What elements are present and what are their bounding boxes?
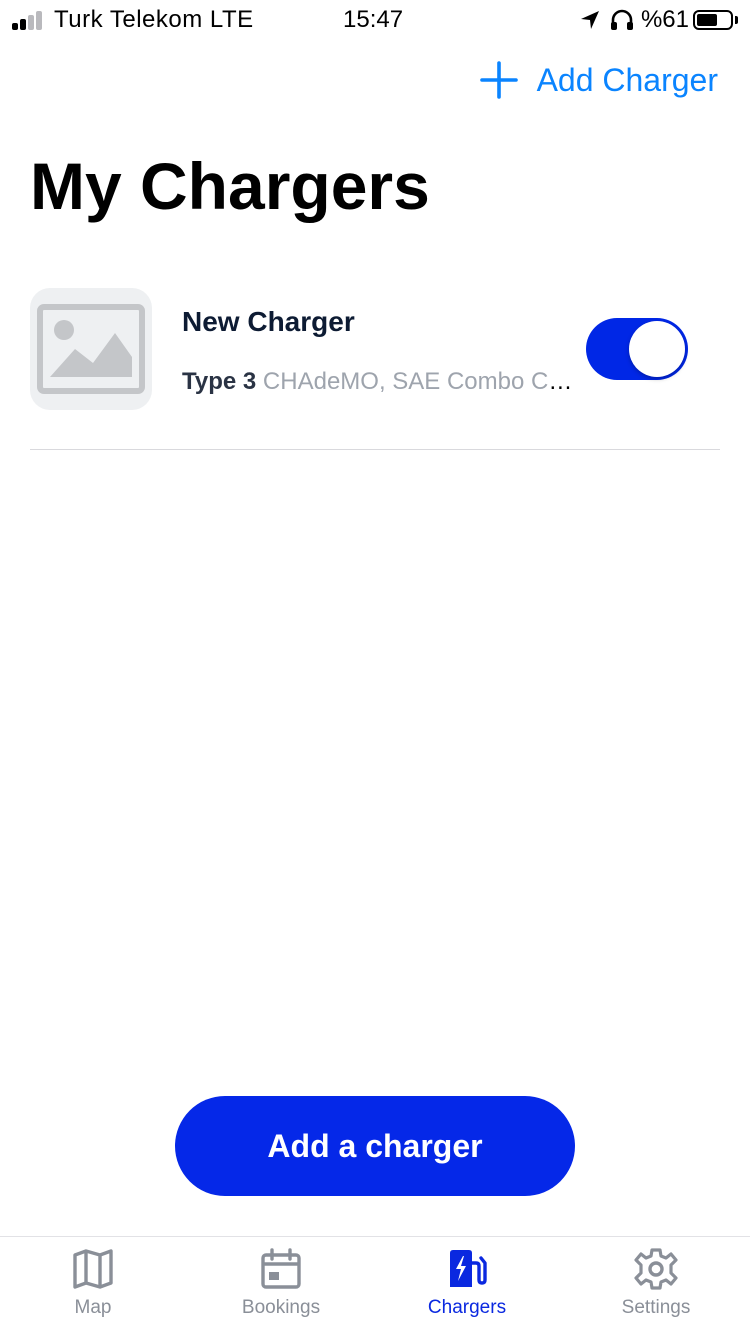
add-charger-header-button[interactable]: Add Charger [479, 60, 718, 100]
charger-list-item[interactable]: New Charger Type 3 CHAdeMO, SAE Combo CC… [30, 288, 720, 450]
add-a-charger-button[interactable]: Add a charger [175, 1096, 575, 1196]
tab-bar: Map Bookings Chargers Settings [0, 1236, 750, 1334]
battery-nub [735, 16, 738, 24]
location-arrow-icon [580, 11, 599, 29]
charger-type: Type 3 [182, 368, 257, 395]
headphones-icon [610, 9, 633, 30]
calendar-icon [261, 1248, 301, 1289]
page-title: My Chargers [30, 149, 430, 223]
tab-bookings[interactable]: Bookings [201, 1247, 361, 1319]
add-charger-header-label: Add Charger [536, 61, 718, 98]
charger-enabled-toggle[interactable] [586, 318, 688, 380]
battery-icon [693, 10, 733, 30]
battery-level-fill [697, 14, 717, 26]
tab-settings-label: Settings [621, 1297, 691, 1318]
status-bar: Turk Telekom LTE 15:47 %61 [0, 0, 750, 40]
ev-charger-icon [450, 1250, 487, 1287]
tab-map[interactable]: Map [13, 1247, 173, 1319]
plus-icon [479, 61, 518, 99]
tab-chargers[interactable]: Chargers [387, 1247, 547, 1319]
charger-thumbnail [30, 288, 152, 410]
map-icon [73, 1249, 113, 1289]
charger-details: Type 3 CHAdeMO, SAE Combo CCS [182, 368, 577, 396]
charger-plug-types: CHAdeMO, SAE Combo CCS [262, 368, 577, 395]
tab-chargers-label: Chargers [427, 1297, 507, 1318]
status-right-group: %61 [579, 6, 738, 34]
charger-name: New Charger [182, 306, 355, 337]
status-time: 15:47 [343, 6, 404, 33]
tab-map-label: Map [74, 1297, 112, 1318]
image-placeholder-icon [37, 304, 145, 394]
toggle-knob [629, 321, 685, 377]
battery-percent: %61 [640, 6, 689, 33]
tab-bookings-label: Bookings [241, 1297, 321, 1318]
gear-icon [634, 1248, 678, 1290]
cellular-signal-icon [12, 10, 48, 30]
carrier-name: Turk Telekom LTE [54, 6, 254, 33]
tab-settings[interactable]: Settings [576, 1247, 736, 1319]
